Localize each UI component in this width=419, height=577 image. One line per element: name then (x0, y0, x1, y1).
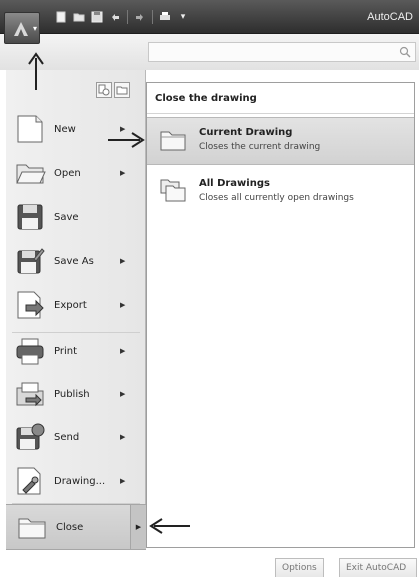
search-input[interactable] (149, 46, 415, 65)
menu-item-label: Save As (54, 255, 94, 267)
annotation-arrow-up-icon (28, 52, 44, 90)
submenu-arrow-icon: ▶ (120, 390, 126, 398)
menu-item-label: Close (56, 521, 84, 533)
folder-icon (160, 131, 186, 151)
close-submenu-panel: Close the drawing Current Drawing Closes… (146, 82, 415, 548)
annotation-arrow-left-icon (149, 518, 190, 534)
menu-item-label: Send (54, 431, 80, 443)
recent-open-toggles (96, 82, 130, 98)
submenu-item-title: Current Drawing (199, 127, 293, 138)
submenu-arrow-icon: ▶ (130, 505, 146, 549)
recent-documents-icon[interactable] (114, 82, 130, 98)
menu-item-label: Print (54, 345, 78, 357)
new-icon[interactable] (55, 11, 67, 23)
search-field[interactable] (148, 42, 416, 65)
chevron-down-icon[interactable]: ▾ (177, 11, 189, 23)
window-title: AutoCAD (367, 11, 413, 23)
menu-item-save-as[interactable]: Save As ▶ (10, 240, 146, 282)
folders-icon (160, 179, 186, 202)
options-button[interactable]: Options (275, 558, 324, 577)
search-icon[interactable] (399, 46, 411, 58)
new-file-icon (17, 115, 43, 143)
submenu-arrow-icon: ▶ (120, 169, 126, 177)
submenu-item-current-drawing[interactable]: Current Drawing Closes the current drawi… (147, 117, 414, 165)
submenu-item-description: Closes the current drawing (199, 142, 321, 152)
quick-access-toolbar: ▾ (55, 10, 189, 24)
open-documents-icon[interactable] (96, 82, 112, 98)
exit-autocad-button[interactable]: Exit AutoCAD (339, 558, 417, 577)
drawing-utilities-icon (17, 467, 41, 495)
toolbar-separator (152, 10, 153, 24)
submenu-item-all-drawings[interactable]: All Drawings Closes all currently open d… (147, 169, 414, 217)
menu-item-label: Export (54, 299, 87, 311)
submenu-arrow-icon: ▶ (120, 477, 126, 485)
application-menu-button[interactable]: ▾ (4, 12, 40, 44)
menu-item-open[interactable]: Open ▶ (10, 152, 146, 194)
redo-icon[interactable] (134, 11, 146, 23)
menu-item-label: Open (54, 167, 81, 179)
submenu-title: Close the drawing (155, 93, 257, 104)
submenu-arrow-icon: ▶ (120, 301, 126, 309)
submenu-arrow-icon: ▶ (120, 257, 126, 265)
printer-icon (16, 338, 44, 365)
submenu-title-divider (147, 113, 414, 114)
menu-item-export[interactable]: Export ▶ (10, 284, 146, 326)
save-as-icon (17, 248, 45, 274)
open-folder-icon (16, 164, 46, 184)
title-bar: ▾ AutoCAD (0, 0, 419, 34)
chevron-down-icon: ▾ (32, 24, 37, 33)
annotation-arrow-right-icon (108, 132, 145, 148)
close-folder-icon (18, 518, 46, 539)
search-strip (0, 34, 419, 70)
menu-item-print[interactable]: Print ▶ (10, 330, 146, 372)
export-icon (17, 291, 44, 319)
submenu-arrow-icon: ▶ (120, 347, 126, 355)
submenu-item-title: All Drawings (199, 178, 270, 189)
menu-item-label: Drawing... (54, 475, 106, 487)
autocad-logo-icon (14, 22, 28, 36)
submenu-item-description: Closes all currently open drawings (199, 193, 354, 203)
menu-item-label: Publish (54, 388, 90, 400)
publish-icon (16, 382, 44, 407)
menu-item-drawing-utilities[interactable]: Drawing... ▶ (10, 460, 146, 502)
toolbar-separator (127, 10, 128, 24)
save-icon (17, 204, 43, 230)
menu-item-label: Save (54, 211, 79, 223)
plot-icon[interactable] (159, 11, 171, 23)
menu-item-save[interactable]: Save (10, 196, 146, 238)
send-icon (16, 423, 45, 450)
submenu-arrow-icon: ▶ (120, 433, 126, 441)
menu-item-send[interactable]: Send ▶ (10, 416, 146, 458)
menu-item-close[interactable]: Close ▶ (6, 504, 146, 550)
open-icon[interactable] (73, 11, 85, 23)
save-icon[interactable] (91, 11, 103, 23)
menu-item-publish[interactable]: Publish ▶ (10, 373, 146, 415)
undo-icon[interactable] (109, 11, 121, 23)
